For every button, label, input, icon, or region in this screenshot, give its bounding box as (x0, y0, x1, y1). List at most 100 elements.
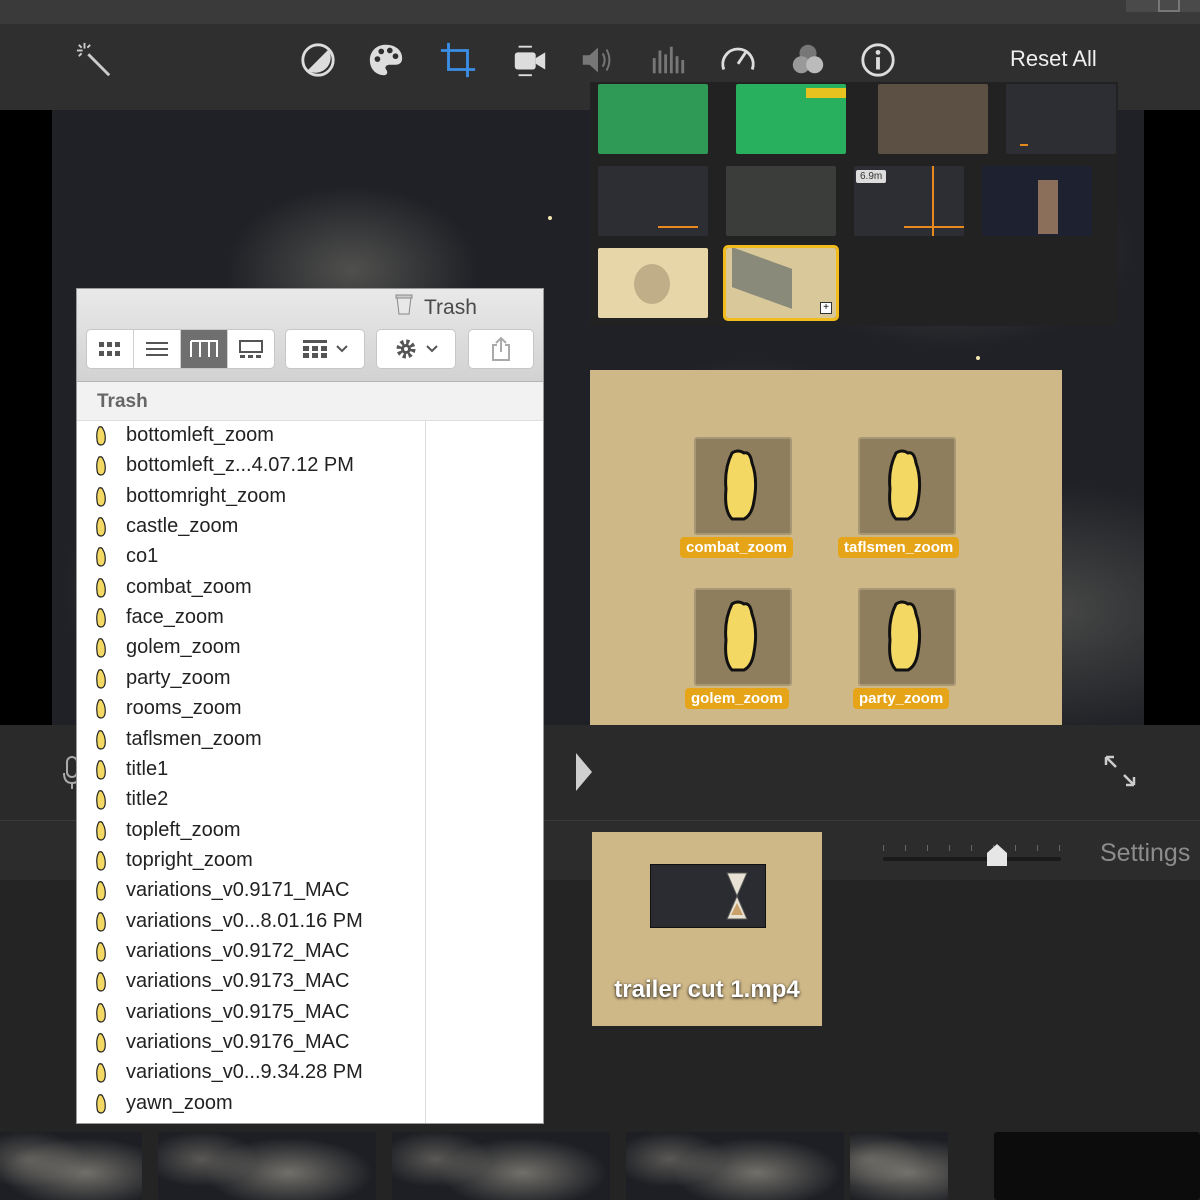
file-icon[interactable] (858, 437, 956, 535)
file-list: bottomleft_zoom bottomleft_z...4.07.12 PM… (77, 421, 426, 1123)
magic-wand-icon[interactable] (74, 40, 114, 80)
equalizer-icon[interactable] (648, 40, 688, 80)
camera-stabilization-icon[interactable] (510, 40, 550, 80)
file-list-item[interactable]: combat_zoom (77, 573, 425, 603)
media-thumbnail[interactable] (726, 166, 836, 236)
fullscreen-icon[interactable] (1102, 753, 1138, 789)
media-thumbnail[interactable] (598, 248, 708, 318)
settings-button[interactable]: Settings (1100, 839, 1190, 868)
file-list-item[interactable]: variations_v0...9.34.28 PM (77, 1058, 425, 1088)
column-header-label: Trash (97, 391, 148, 412)
gallery-view-button[interactable] (228, 330, 274, 368)
file-list-item[interactable]: topleft_zoom (77, 816, 425, 846)
file-list-item[interactable]: bottomleft_zoom (77, 421, 425, 451)
play-button[interactable] (576, 753, 592, 791)
file-name: co1 (126, 545, 159, 568)
file-list-item[interactable]: variations_v0.9172_MAC (77, 937, 425, 967)
file-icon (96, 729, 106, 750)
file-list-item[interactable]: castle_zoom (77, 512, 425, 542)
column-view-button[interactable] (181, 330, 228, 368)
window-corner-control[interactable] (1126, 0, 1200, 12)
media-thumbnail[interactable] (982, 166, 1092, 236)
desktop-icon-label[interactable]: taflsmen_zoom (838, 537, 960, 558)
file-list-item[interactable]: variations_v0.9175_MAC (77, 998, 425, 1028)
action-menu-button[interactable] (376, 329, 456, 369)
reset-all-button[interactable]: Reset All (1010, 46, 1097, 72)
info-icon[interactable] (858, 40, 898, 80)
file-name: bottomleft_zoom (126, 424, 274, 446)
file-list-item[interactable]: title2 (77, 785, 425, 815)
zoom-slider-thumb[interactable] (986, 843, 1008, 867)
file-name: variations_v0.9171_MAC (126, 879, 350, 902)
timeline-clip[interactable] (626, 1132, 844, 1200)
share-button[interactable] (468, 329, 534, 369)
file-list-item[interactable]: rooms_zoom (77, 694, 425, 724)
desktop-icon-label[interactable]: golem_zoom (685, 688, 789, 709)
top-menu-strip (0, 0, 1200, 24)
file-list-item[interactable]: variations_v0.9176_MAC (77, 1028, 425, 1058)
file-icon (96, 759, 106, 780)
timeline-clip[interactable] (994, 1132, 1200, 1200)
file-list-item[interactable]: variations_v0...8.01.16 PM (77, 907, 425, 937)
file-icon (96, 577, 106, 598)
media-thumbnail[interactable] (736, 84, 846, 154)
file-list-item[interactable]: bottomright_zoom (77, 482, 425, 512)
file-icon (96, 790, 106, 810)
media-thumbnail[interactable] (1006, 84, 1116, 154)
desktop-icon-label[interactable]: combat_zoom (680, 537, 793, 558)
share-icon (492, 336, 510, 361)
file-icon[interactable] (694, 588, 792, 686)
file-list-item[interactable]: bottomleft_z...4.07.12 PM (77, 451, 425, 481)
timeline-clip[interactable] (158, 1132, 376, 1200)
color-balance-icon[interactable] (298, 40, 338, 80)
color-palette-icon[interactable] (366, 40, 406, 80)
timeline-clip[interactable] (392, 1132, 610, 1200)
file-name: variations_v0.9172_MAC (126, 939, 350, 962)
desktop-icon-label[interactable]: party_zoom (853, 688, 950, 709)
file-list-item[interactable]: party_zoom (77, 664, 425, 694)
volume-icon[interactable] (578, 40, 618, 80)
icon-view-button[interactable] (87, 330, 134, 368)
file-icon (96, 699, 106, 719)
star (548, 216, 552, 220)
file-list-item[interactable]: golem_zoom (77, 633, 425, 663)
file-icon[interactable] (694, 437, 792, 535)
chevron-down-icon (426, 345, 438, 353)
media-thumbnail[interactable] (878, 84, 988, 154)
timeline-clip[interactable] (0, 1132, 142, 1200)
media-thumbnail[interactable] (598, 166, 708, 236)
file-icon[interactable] (858, 588, 956, 686)
file-icon (96, 881, 106, 901)
file-list-item[interactable]: title1 (77, 755, 425, 785)
file-list-item[interactable]: co1 (77, 542, 425, 572)
finder-titlebar[interactable]: Trash (77, 289, 543, 382)
file-name: castle_zoom (126, 515, 239, 538)
list-view-button[interactable] (134, 330, 181, 368)
speed-icon[interactable] (718, 40, 758, 80)
file-name: rooms_zoom (126, 697, 242, 720)
timeline-clip[interactable] (850, 1132, 948, 1200)
media-thumbnail-selected[interactable]: + (723, 245, 839, 321)
file-name: variations_v0...8.01.16 PM (126, 909, 363, 932)
trailer-file-icon[interactable]: trailer cut 1.mp4 (592, 832, 822, 1026)
group-by-button[interactable] (285, 329, 365, 369)
file-name: topleft_zoom (126, 818, 241, 841)
file-list-item[interactable]: variations_v0.9173_MAC (77, 967, 425, 997)
file-list-item[interactable]: yawn_zoom (77, 1089, 425, 1119)
star (976, 356, 980, 360)
file-icon (96, 456, 106, 476)
file-icon (96, 820, 106, 841)
file-name: title1 (126, 757, 169, 780)
file-list-item[interactable]: taflsmen_zoom (77, 725, 425, 755)
file-list-item[interactable]: face_zoom (77, 603, 425, 633)
timeline-zoom-slider[interactable] (883, 845, 1061, 861)
crop-icon[interactable] (438, 40, 478, 80)
trailer-file-label[interactable]: trailer cut 1.mp4 (592, 976, 822, 1004)
file-list-item[interactable]: topright_zoom (77, 846, 425, 876)
filters-icon[interactable] (788, 40, 828, 80)
file-list-item[interactable]: variations_v0.9171_MAC (77, 876, 425, 906)
media-thumbnails-panel: 6.9m + (590, 82, 1118, 326)
media-thumbnail[interactable] (598, 84, 708, 154)
view-mode-selector[interactable] (86, 329, 275, 369)
file-icon (96, 668, 106, 689)
